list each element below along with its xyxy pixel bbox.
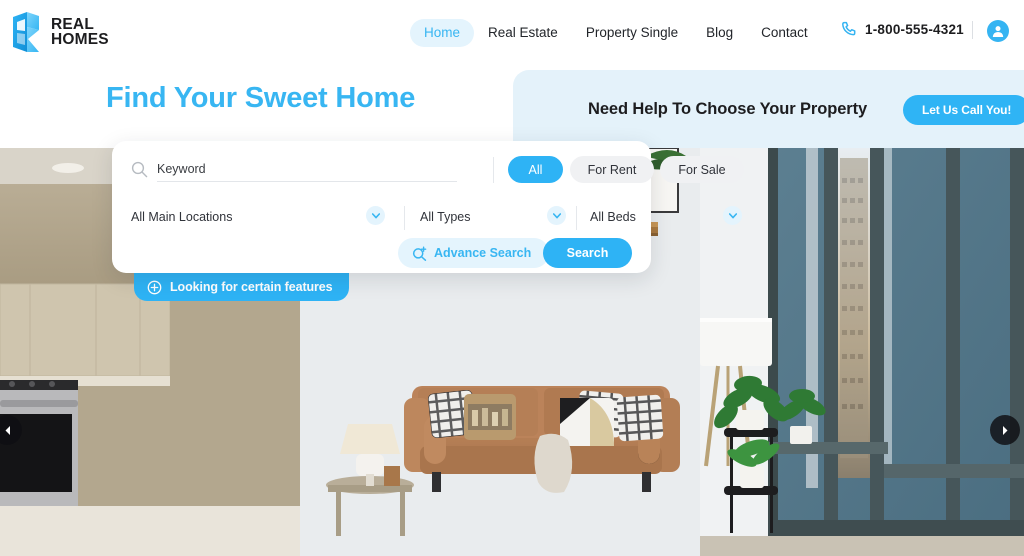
brand-line-2: HOMES (51, 31, 109, 48)
filter-pill-all[interactable]: All (508, 156, 563, 183)
advance-search-button[interactable]: Advance Search (398, 238, 550, 268)
brand-wordmark: REAL HOMES (51, 15, 109, 48)
property-search-panel: All For Rent For Sale All Main Locations… (112, 141, 744, 273)
select-beds-label: All Beds (590, 210, 636, 224)
chevron-down-icon (371, 212, 380, 218)
search-row-actions: Advance Search Search (112, 238, 651, 273)
select-locations-label: All Main Locations (131, 210, 233, 224)
magnifier-plus-icon (412, 246, 427, 261)
chevron-right-icon (1002, 425, 1007, 435)
search-row-keyword: All For Rent For Sale (112, 141, 744, 198)
plus-circle-icon (147, 280, 162, 294)
let-us-call-you-button[interactable]: Let Us Call You! (903, 95, 1024, 125)
brand-line-1: REAL (51, 15, 94, 33)
filter-pill-for-sale[interactable]: For Sale (660, 156, 744, 183)
magnifier-icon (131, 161, 148, 178)
hero-title: Find Your Sweet Home (106, 82, 416, 114)
nav-item-contact[interactable]: Contact (747, 19, 822, 47)
select-types-label: All Types (420, 210, 471, 224)
looking-for-features-tab[interactable]: Looking for certain features (134, 273, 349, 301)
main-navigation: Home Real Estate Property Single Blog Co… (410, 19, 822, 47)
account-avatar-button[interactable] (987, 20, 1009, 42)
search-divider-1 (493, 157, 494, 183)
select-locations-chevron[interactable] (366, 206, 385, 225)
chevron-down-icon (552, 212, 561, 218)
brand-logo[interactable]: REAL HOMES (12, 11, 109, 53)
advance-search-label: Advance Search (434, 246, 532, 260)
select-beds[interactable]: All Beds (576, 198, 742, 238)
page-root: Need Help To Choose Your Property Let Us… (0, 0, 1024, 556)
site-header: REAL HOMES Home Real Estate Property Sin… (0, 0, 1024, 65)
search-row-filters: All Main Locations All Types All Beds (112, 198, 742, 238)
chevron-left-icon (5, 425, 10, 435)
filter-pill-for-rent[interactable]: For Rent (570, 156, 654, 183)
phone-icon (842, 21, 856, 36)
select-types-chevron[interactable] (547, 206, 566, 225)
nav-item-property-single[interactable]: Property Single (572, 19, 692, 47)
phone-number: 1-800-555-4321 (865, 21, 964, 37)
real-homes-r-logo-icon (13, 12, 39, 52)
chevron-down-icon (728, 212, 737, 218)
help-cta-banner: Need Help To Choose Your Property Let Us… (513, 70, 1024, 148)
nav-item-real-estate[interactable]: Real Estate (474, 19, 572, 47)
select-locations[interactable]: All Main Locations (112, 198, 404, 238)
search-divider-2 (404, 206, 405, 230)
header-divider (972, 21, 973, 39)
search-submit-button[interactable]: Search (543, 238, 632, 268)
search-keyword-input[interactable] (157, 160, 457, 182)
features-tab-label: Looking for certain features (170, 280, 333, 294)
carousel-next-button[interactable] (990, 415, 1020, 445)
select-beds-chevron[interactable] (723, 206, 742, 225)
phone-contact[interactable]: 1-800-555-4321 (841, 21, 964, 37)
user-avatar-icon (992, 26, 1004, 37)
search-divider-3 (576, 206, 577, 230)
nav-item-home[interactable]: Home (410, 19, 475, 47)
nav-item-blog[interactable]: Blog (692, 19, 747, 47)
cta-headline: Need Help To Choose Your Property (588, 100, 868, 118)
select-types[interactable]: All Types (404, 198, 576, 238)
